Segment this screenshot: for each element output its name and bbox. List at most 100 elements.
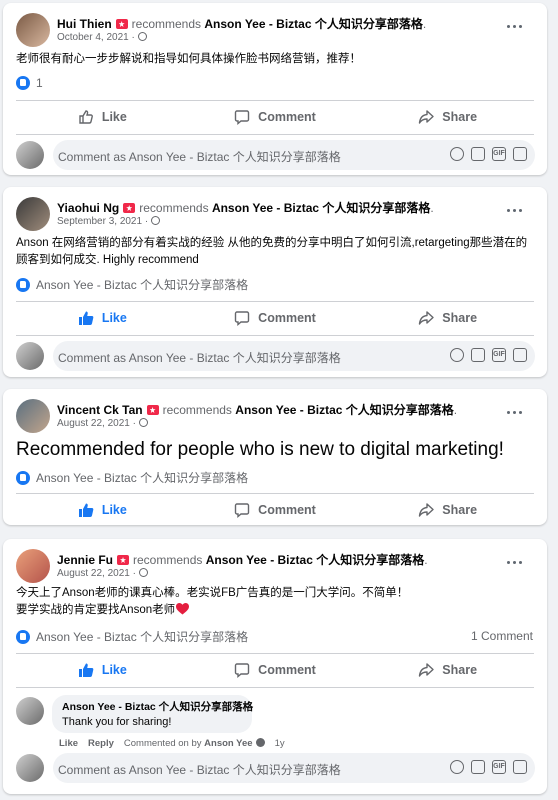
info-icon[interactable]	[255, 738, 265, 747]
author-name[interactable]: Jennie Fu	[57, 553, 113, 567]
commented-on-by-label: Commented on by	[123, 738, 202, 749]
comment-age[interactable]: 1y	[275, 738, 285, 749]
share-button[interactable]: Share	[361, 101, 534, 133]
author-name[interactable]: Vincent Ck Tan	[57, 403, 143, 417]
divider	[16, 335, 534, 336]
camera-icon[interactable]	[471, 760, 485, 774]
post-text: 今天上了Anson老师的课真心棒。老实说FB广告真的是一门大学问。不简单！ 要学…	[16, 585, 533, 619]
like-button[interactable]: Like	[16, 494, 189, 526]
post-date: August 22, 2021 ·	[57, 568, 148, 579]
page-name[interactable]: Anson Yee - Biztac 个人知识分享部落格	[206, 553, 424, 567]
avatar[interactable]	[16, 549, 50, 583]
thumbs-up-icon	[78, 503, 94, 517]
like-reaction-icon	[16, 630, 30, 644]
page-name[interactable]: Anson Yee - Biztac 个人知识分享部落格	[235, 403, 453, 417]
share-button[interactable]: Share	[361, 302, 534, 334]
more-options-icon[interactable]	[505, 203, 525, 217]
post-text: Recommended for people who is new to dig…	[16, 439, 504, 460]
post-card: Yiaohui Ng recommends Anson Yee - Biztac …	[3, 187, 547, 377]
comment-composer: Comment as Anson Yee - Biztac 个人知识分享部落格 …	[16, 140, 535, 170]
like-label: Like	[101, 311, 127, 325]
post-actions: Like Comment Share	[16, 654, 534, 686]
author-name[interactable]: Hui Thien	[57, 17, 112, 31]
more-options-icon[interactable]	[505, 555, 525, 569]
post-actions: Like Comment Share	[16, 302, 534, 334]
comment-placeholder: Comment as Anson Yee - Biztac 个人知识分享部落格	[58, 351, 341, 365]
comment-icon	[234, 311, 250, 326]
recommend-badge-icon	[115, 19, 128, 29]
post-date-text[interactable]: August 22, 2021 ·	[57, 418, 136, 429]
comment-count[interactable]: 1 Comment	[471, 629, 533, 643]
comment-composer: Comment as Anson Yee - Biztac 个人知识分享部落格 …	[16, 341, 535, 371]
comment-button[interactable]: Comment	[189, 494, 362, 526]
like-button[interactable]: Like	[16, 654, 189, 686]
post-title-line: Yiaohui Ng recommends Anson Yee - Biztac …	[57, 201, 434, 215]
author-name[interactable]: Yiaohui Ng	[57, 201, 119, 215]
recommends-label: recommends	[131, 17, 202, 31]
avatar	[16, 141, 44, 169]
comment-button[interactable]: Comment	[189, 101, 362, 133]
more-options-icon[interactable]	[505, 19, 525, 33]
emoji-icon[interactable]	[450, 348, 464, 362]
camera-icon[interactable]	[471, 147, 485, 161]
avatar[interactable]	[16, 13, 50, 47]
gif-icon[interactable]: GIF	[492, 760, 506, 774]
more-options-icon[interactable]	[505, 405, 525, 419]
avatar[interactable]	[16, 399, 50, 433]
emoji-icon[interactable]	[450, 760, 464, 774]
avatar[interactable]	[16, 197, 50, 231]
comment-icon	[234, 503, 250, 518]
sticker-icon[interactable]	[513, 760, 527, 774]
share-label: Share	[442, 663, 478, 677]
share-label: Share	[442, 110, 478, 124]
comment-label: Comment	[258, 110, 316, 124]
post-date-text[interactable]: September 3, 2021 ·	[57, 216, 148, 227]
emoji-icon[interactable]	[450, 147, 464, 161]
like-button[interactable]: Like	[16, 302, 189, 334]
post-date-text[interactable]: August 22, 2021 ·	[57, 568, 136, 579]
commented-by-name[interactable]: Anson Yee	[204, 738, 252, 749]
avatar	[16, 342, 44, 370]
comment-reply-link[interactable]: Reply	[88, 738, 114, 749]
reply-comment: Anson Yee - Biztac 个人知识分享部落格 Thank you f…	[16, 695, 536, 753]
comment-input[interactable]: Comment as Anson Yee - Biztac 个人知识分享部落格 …	[53, 341, 535, 371]
comment-button[interactable]: Comment	[189, 302, 362, 334]
camera-icon[interactable]	[471, 348, 485, 362]
share-button[interactable]: Share	[361, 494, 534, 526]
avatar[interactable]	[16, 697, 44, 725]
reaction-count: 1	[36, 76, 43, 90]
like-reaction-icon	[16, 278, 30, 292]
recommend-badge-icon	[117, 555, 130, 565]
like-label: Like	[101, 110, 127, 124]
gif-icon[interactable]: GIF	[492, 147, 506, 161]
comment-icon	[234, 663, 250, 678]
post-header: Vincent Ck Tan recommends Anson Yee - Biz…	[16, 399, 537, 433]
like-button[interactable]: Like	[16, 101, 189, 133]
post-date: October 4, 2021 ·	[57, 32, 147, 43]
share-button[interactable]: Share	[361, 654, 534, 686]
reaction-summary[interactable]: Anson Yee - Biztac 个人知识分享部落格	[16, 469, 248, 487]
gif-icon[interactable]: GIF	[492, 348, 506, 362]
comment-like-link[interactable]: Like	[59, 738, 78, 749]
share-icon	[419, 110, 434, 124]
comment-input[interactable]: Comment as Anson Yee - Biztac 个人知识分享部落格 …	[53, 140, 535, 170]
thumbs-up-icon	[78, 311, 94, 325]
page-name[interactable]: Anson Yee - Biztac 个人知识分享部落格	[212, 201, 430, 215]
reaction-summary[interactable]: Anson Yee - Biztac 个人知识分享部落格	[16, 276, 248, 294]
post-text-line: 要学实战的肯定要找Anson老师	[16, 602, 533, 619]
sticker-icon[interactable]	[513, 348, 527, 362]
post-actions: Like Comment Share	[16, 494, 534, 526]
comment-author[interactable]: Anson Yee - Biztac 个人知识分享部落格	[62, 699, 253, 714]
sticker-icon[interactable]	[513, 147, 527, 161]
globe-icon	[138, 568, 148, 577]
comment-input[interactable]: Comment as Anson Yee - Biztac 个人知识分享部落格 …	[53, 753, 535, 783]
share-label: Share	[442, 311, 478, 325]
post-header: Jennie Fu recommends Anson Yee - Biztac 个…	[16, 549, 537, 583]
comment-button[interactable]: Comment	[189, 654, 362, 686]
reaction-summary[interactable]: 1	[16, 76, 43, 94]
reaction-summary[interactable]: Anson Yee - Biztac 个人知识分享部落格	[16, 628, 248, 646]
post-date-text[interactable]: October 4, 2021 ·	[57, 32, 135, 43]
page-name[interactable]: Anson Yee - Biztac 个人知识分享部落格	[204, 17, 422, 31]
like-label: Like	[101, 663, 127, 677]
thumbs-up-icon	[78, 663, 94, 677]
